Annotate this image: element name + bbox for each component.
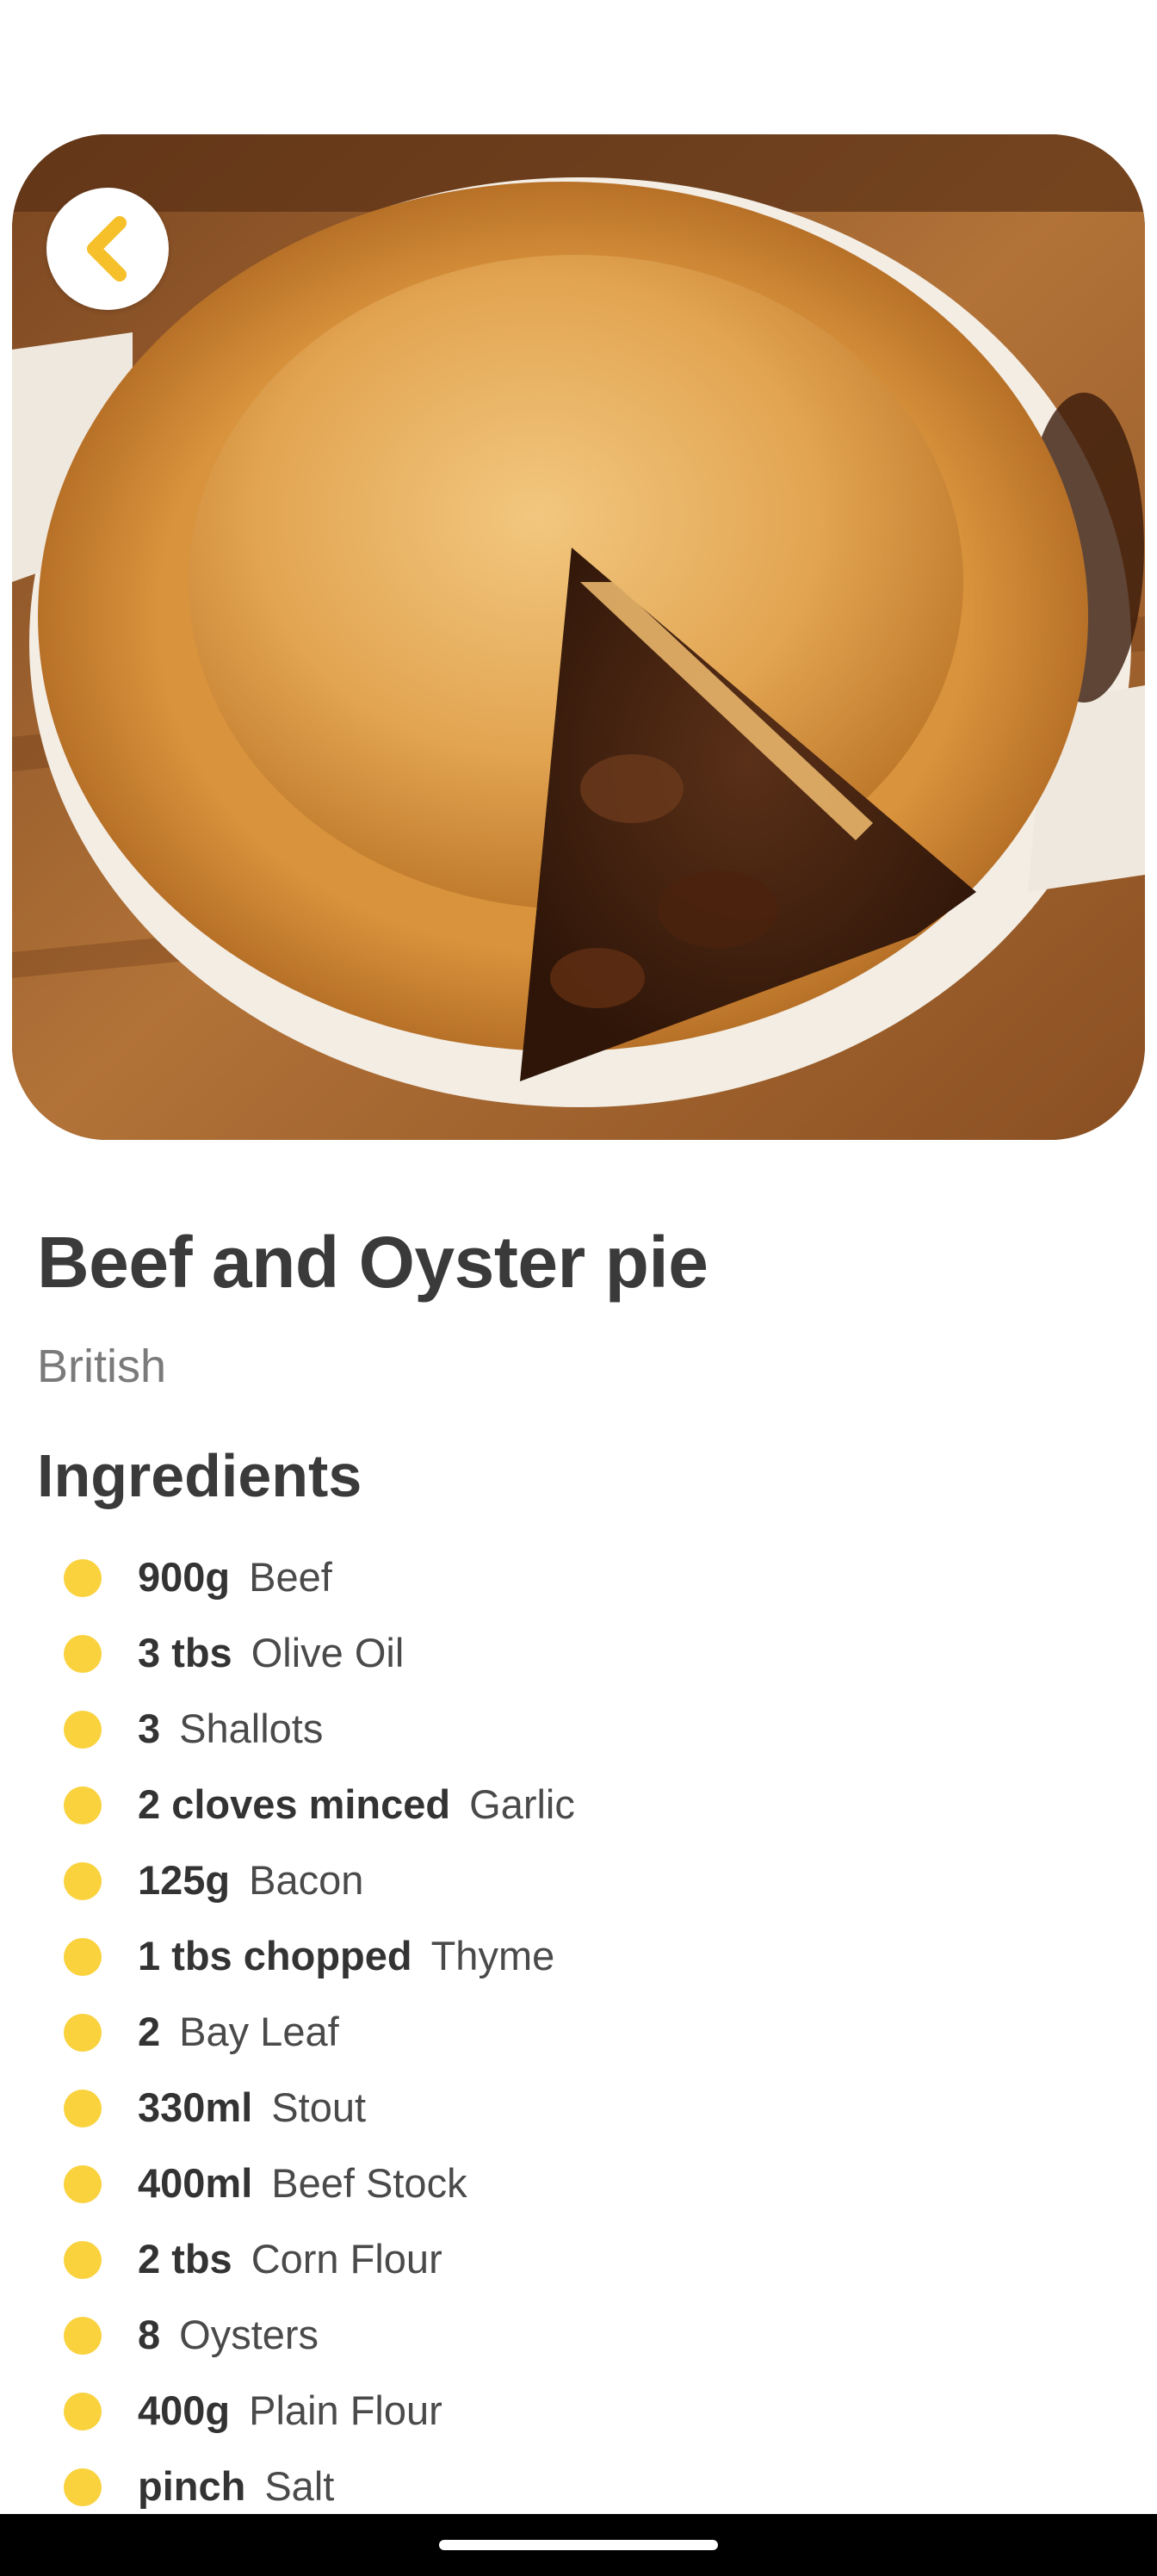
bullet-dot bbox=[64, 1559, 102, 1597]
back-button[interactable] bbox=[46, 188, 169, 310]
ingredient-quantity: pinch bbox=[138, 2463, 246, 2509]
ingredient-item: 400ml Beef Stock bbox=[0, 2154, 1157, 2214]
ingredient-name: Beef bbox=[249, 1554, 332, 1600]
ingredient-quantity: 3 bbox=[138, 1706, 161, 1751]
ingredient-item: 3 Shallots bbox=[0, 1700, 1157, 1760]
ingredient-name: Thyme bbox=[430, 1933, 555, 1978]
ingredient-name: Bay Leaf bbox=[179, 2009, 339, 2054]
ingredient-item: 8 Oysters bbox=[0, 2306, 1157, 2366]
bullet-dot bbox=[64, 1711, 102, 1749]
bullet-dot bbox=[64, 1786, 102, 1824]
ingredient-quantity: 1 tbs chopped bbox=[138, 1933, 412, 1978]
ingredient-item: 2 tbs Corn Flour bbox=[0, 2230, 1157, 2290]
ingredient-item: 2 Bay Leaf bbox=[0, 2003, 1157, 2063]
ingredient-name: Oysters bbox=[179, 2312, 319, 2357]
bullet-dot bbox=[64, 1938, 102, 1976]
ingredient-item: 330ml Stout bbox=[0, 2078, 1157, 2139]
ingredient-name: Shallots bbox=[179, 1706, 324, 1751]
recipe-cuisine: British bbox=[37, 1341, 167, 1392]
ingredient-item: 1 tbs chopped Thyme bbox=[0, 1927, 1157, 1987]
home-gesture-handle[interactable] bbox=[439, 2540, 718, 2550]
ingredient-name: Salt bbox=[264, 2463, 335, 2509]
ingredient-quantity: 900g bbox=[138, 1554, 231, 1600]
bullet-dot bbox=[64, 2090, 102, 2127]
bullet-dot bbox=[64, 1635, 102, 1673]
bullet-dot bbox=[64, 2393, 102, 2430]
ingredients-heading: Ingredients bbox=[37, 1442, 362, 1509]
ingredient-name: Olive Oil bbox=[251, 1630, 405, 1675]
ingredient-name: Garlic bbox=[469, 1781, 575, 1827]
ingredient-name: Beef Stock bbox=[271, 2160, 467, 2206]
ingredient-name: Corn Flour bbox=[251, 2236, 442, 2282]
ingredient-quantity: 330ml bbox=[138, 2084, 253, 2130]
ingredient-name: Stout bbox=[271, 2084, 367, 2130]
ingredient-item: 2 cloves minced Garlic bbox=[0, 1775, 1157, 1836]
recipe-title: Beef and Oyster pie bbox=[37, 1222, 708, 1303]
pie-photo bbox=[12, 134, 1145, 1140]
chevron-left-icon bbox=[87, 216, 127, 282]
ingredient-quantity: 125g bbox=[138, 1857, 231, 1903]
ingredient-item: 900g Beef bbox=[0, 1548, 1157, 1608]
ingredient-quantity: 8 bbox=[138, 2312, 161, 2357]
ingredient-quantity: 2 tbs bbox=[138, 2236, 232, 2282]
bullet-dot bbox=[64, 2014, 102, 2052]
recipe-hero-image bbox=[12, 134, 1145, 1140]
ingredient-name: Plain Flour bbox=[249, 2387, 442, 2433]
ingredient-item: 125g Bacon bbox=[0, 1851, 1157, 1911]
ingredient-quantity: 400ml bbox=[138, 2160, 253, 2206]
bullet-dot bbox=[64, 2165, 102, 2203]
ingredient-name: Bacon bbox=[249, 1857, 364, 1903]
ingredient-quantity: 2 cloves minced bbox=[138, 1781, 451, 1827]
ingredient-quantity: 3 tbs bbox=[138, 1630, 232, 1675]
ingredient-item: pinch Salt bbox=[0, 2457, 1157, 2517]
bullet-dot bbox=[64, 1862, 102, 1900]
ingredient-item: 3 tbs Olive Oil bbox=[0, 1624, 1157, 1684]
ingredient-quantity: 400g bbox=[138, 2387, 231, 2433]
ingredient-quantity: 2 bbox=[138, 2009, 161, 2054]
bullet-dot bbox=[64, 2468, 102, 2506]
ingredient-item: 400g Plain Flour bbox=[0, 2381, 1157, 2442]
bullet-dot bbox=[64, 2317, 102, 2355]
bullet-dot bbox=[64, 2241, 102, 2279]
